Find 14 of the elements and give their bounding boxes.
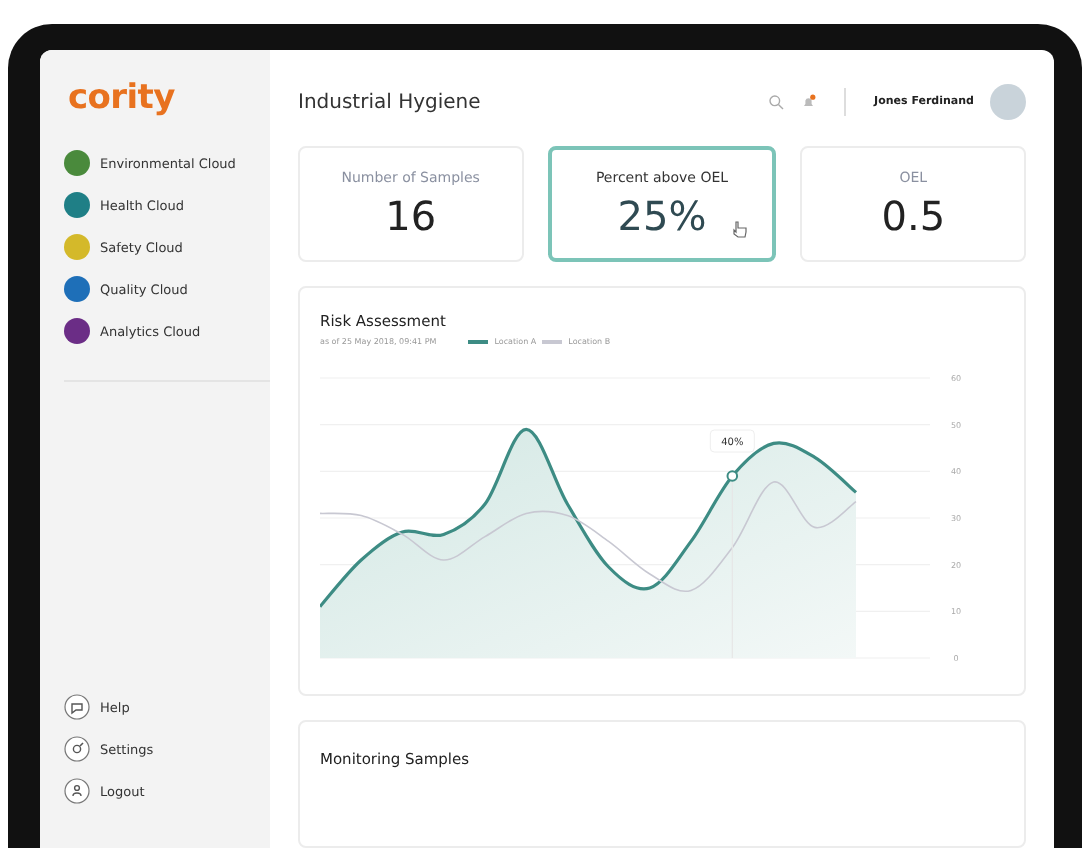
- bell-icon[interactable]: [800, 94, 817, 110]
- stat-value: 25%: [617, 191, 707, 239]
- help-icon: [64, 694, 90, 720]
- page-title: Industrial Hygiene: [298, 91, 481, 113]
- avatar[interactable]: [990, 84, 1026, 120]
- settings-icon: [64, 736, 90, 762]
- tooltip: [709, 429, 755, 453]
- hand-cursor-icon: [732, 220, 749, 238]
- logo: cority: [68, 78, 177, 118]
- search-icon[interactable]: [768, 94, 785, 110]
- logout-icon: [64, 778, 90, 804]
- stat-value: 0.5: [881, 191, 946, 239]
- data-point: [726, 470, 739, 482]
- stat-value: 16: [385, 191, 437, 239]
